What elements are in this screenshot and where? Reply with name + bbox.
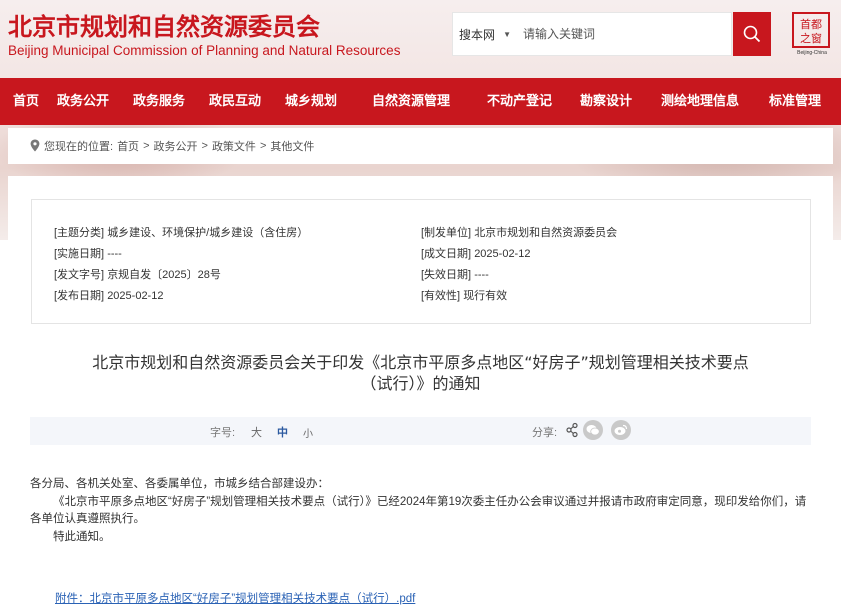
site-title[interactable]: 北京市规划和自然资源委员会 [8,7,320,42]
meta-docno-key: [发文字号] [54,269,105,281]
attachment-pdf-link[interactable]: 附件：北京市平原多点地区“好房子”规划管理相关技术要点（试行）.pdf [55,590,415,606]
nav-item-urban-planning[interactable]: 城乡规划 [285,78,337,125]
meta-effective-value: ---- [107,248,122,260]
meta-docno-value: 京规自发〔2025〕28号 [107,269,221,281]
svg-text:之窗: 之窗 [800,31,822,45]
seal-caption: Beijing-China [797,50,827,56]
font-size-large-button[interactable]: 大 [251,424,262,440]
article-title: 北京市规划和自然资源委员会关于印发《北京市平原多点地区“好房子”规划管理相关技术… [28,352,813,394]
nav-item-home[interactable]: 首页 [13,78,39,125]
breadcrumb-label: 您现在的位置: [44,141,114,153]
meta-topic-value: 城乡建设、环境保护/城乡建设（含住房） [107,227,309,239]
seal-mark: 首都 之窗 [792,12,830,48]
wechat-share-icon[interactable] [583,420,603,440]
meta-issuer: [制发单位] 北京市规划和自然资源委员会 [421,224,617,240]
meta-created-key: [成文日期] [421,248,472,260]
share-icon[interactable] [566,422,578,438]
meta-validity-key: [有效性] [421,290,461,302]
search-button[interactable] [733,12,771,56]
svg-text:首都: 首都 [800,17,822,31]
share-label: 分享: [532,427,558,439]
meta-topic-key: [主题分类] [54,227,105,239]
capital-window-logo[interactable]: 首都 之窗 Beijing-China [789,12,835,62]
nav-item-interaction[interactable]: 政民互动 [209,78,261,125]
article-paragraph: 《北京市平原多点地区“好房子”规划管理相关技术要点（试行）》已经2024年第19… [30,495,807,526]
site-header: 北京市规划和自然资源委员会 Beijing Municipal Commissi… [0,0,841,78]
breadcrumb-home[interactable]: 首页 [117,138,139,154]
search-input[interactable] [517,13,731,55]
breadcrumb-separator: > [143,140,150,152]
site-subtitle: Beijing Municipal Commission of Planning… [8,43,401,58]
meta-published-key: [发布日期] [54,290,105,302]
article-body: 各分局、各机关处室、各委属单位，市城乡结合部建设办： 《北京市平原多点地区“好房… [30,476,815,546]
article-title-line-1: 北京市规划和自然资源委员会关于印发《北京市平原多点地区“好房子”规划管理相关技术… [92,353,749,372]
meta-expiry-value: ---- [474,269,489,281]
meta-created-date: [成文日期] 2025-02-12 [421,245,530,261]
meta-issuer-value: 北京市规划和自然资源委员会 [474,227,618,239]
nav-item-real-estate-registration[interactable]: 不动产登记 [487,78,552,125]
dropdown-arrow-icon: ▼ [503,29,511,39]
nav-item-surveying-mapping[interactable]: 测绘地理信息 [661,78,739,125]
meta-created-value: 2025-02-12 [474,248,531,260]
article-salutation: 各分局、各机关处室、各委属单位，市城乡结合部建设办： [30,478,329,490]
breadcrumb: 您现在的位置: 首页 > 政务公开 > 政策文件 > 其他文件 [8,128,833,164]
meta-validity-value: 现行有效 [463,290,508,302]
search-scope-select[interactable]: 搜本网 ▼ [453,13,517,55]
article-closing: 特此通知。 [53,530,111,543]
nav-item-gov-services[interactable]: 政务服务 [133,78,185,125]
meta-document-number: [发文字号] 京规自发〔2025〕28号 [54,266,221,282]
breadcrumb-policy-documents[interactable]: 政策文件 [212,138,256,154]
meta-published-value: 2025-02-12 [107,290,164,302]
article-toolbar: 字号: 大 中 小 分享: [30,417,811,445]
search-scope-label: 搜本网 [459,27,496,42]
meta-effective-key: [实施日期] [54,248,105,260]
nav-item-natural-resources[interactable]: 自然资源管理 [372,78,450,125]
font-size-label: 字号: [210,427,236,439]
font-size-medium-button[interactable]: 中 [277,424,288,440]
nav-item-gov-affairs-open[interactable]: 政务公开 [57,78,109,125]
article-container: [主题分类] 城乡建设、环境保护/城乡建设（含住房） [制发单位] 北京市规划和… [8,176,833,608]
main-nav: 首页 政务公开 政务服务 政民互动 城乡规划 自然资源管理 不动产登记 勘察设计… [0,78,841,125]
breadcrumb-separator: > [201,140,208,152]
article-title-line-2: （试行）》的通知 [360,374,481,393]
location-pin-icon [30,139,40,152]
nav-item-survey-design[interactable]: 勘察设计 [580,78,632,125]
meta-validity: [有效性] 现行有效 [421,287,507,303]
meta-issuer-key: [制发单位] [421,227,472,239]
document-metadata-table: [主题分类] 城乡建设、环境保护/城乡建设（含住房） [制发单位] 北京市规划和… [31,199,811,324]
font-size-small-button[interactable]: 小 [303,425,313,440]
meta-expiry-key: [失效日期] [421,269,472,281]
meta-effective-date: [实施日期] ---- [54,245,122,261]
meta-published-date: [发布日期] 2025-02-12 [54,287,163,303]
breadcrumb-other-documents[interactable]: 其他文件 [270,138,314,154]
search-box: 搜本网 ▼ [452,12,732,56]
weibo-share-icon[interactable] [611,420,631,440]
breadcrumb-gov-affairs-open[interactable]: 政务公开 [154,138,198,154]
breadcrumb-separator: > [259,140,267,152]
nav-item-standards[interactable]: 标准管理 [769,78,821,125]
search-icon [743,25,761,43]
meta-topic: [主题分类] 城乡建设、环境保护/城乡建设（含住房） [54,224,308,240]
meta-expiry-date: [失效日期] ---- [421,266,489,282]
